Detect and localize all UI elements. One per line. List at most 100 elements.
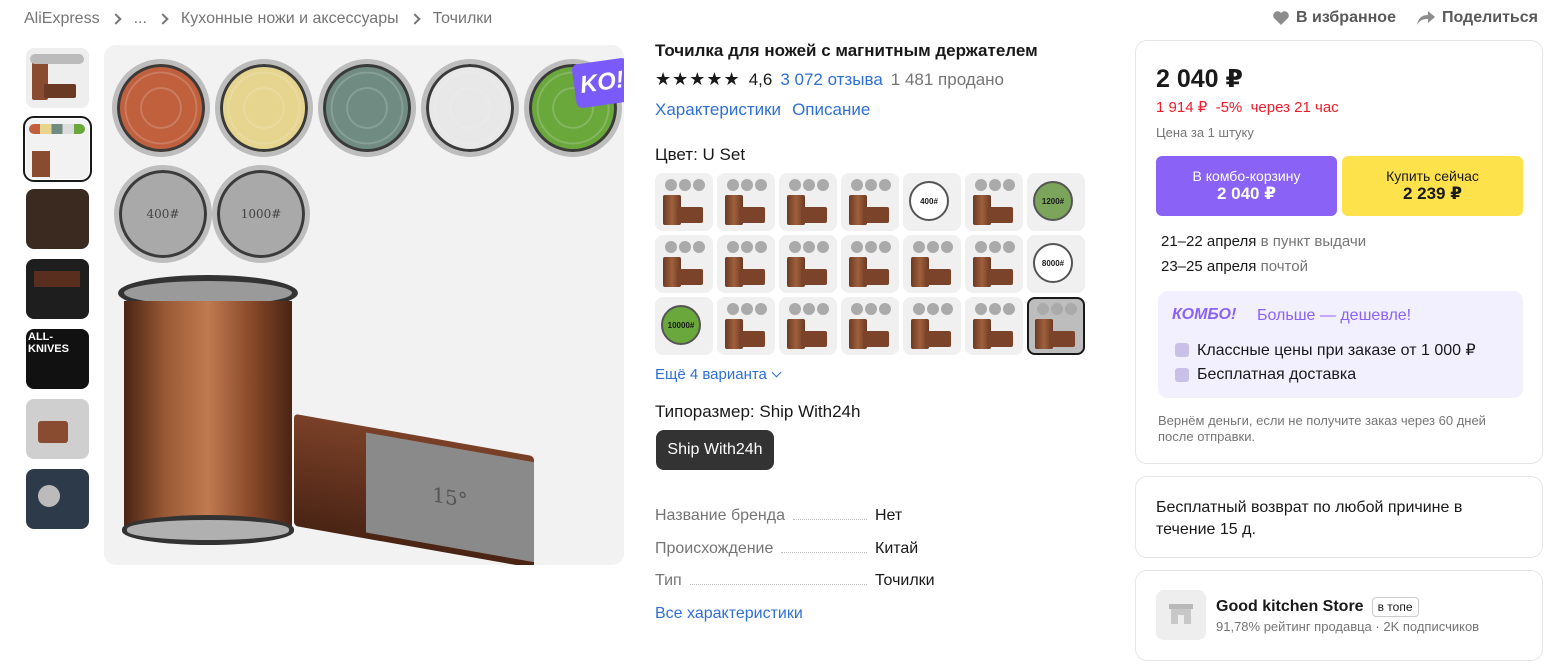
color-variant-option[interactable] <box>779 235 837 293</box>
combo-promo[interactable]: КОМБО! Больше — дешевле! Классные цены п… <box>1158 291 1523 398</box>
chevron-right-icon <box>157 13 169 25</box>
color-variant-option[interactable]: 10000# <box>655 297 713 355</box>
favorite-button[interactable]: В избранное <box>1272 9 1396 27</box>
unit-note: Цена за 1 штуку <box>1156 125 1254 140</box>
more-variants-label: Ещё 4 варианта <box>655 366 767 383</box>
spec-row: Название бренда Нет <box>655 507 945 525</box>
angle-block: 15° <box>294 413 534 565</box>
gallery-thumb-7[interactable] <box>26 469 89 529</box>
color-variant-option[interactable] <box>655 173 713 231</box>
gallery-thumb-6[interactable] <box>26 399 89 459</box>
buy-button-label: Купить сейчас <box>1386 168 1479 184</box>
whetstone-disc <box>421 59 519 157</box>
breadcrumb-category[interactable]: Кухонные ножи и аксессуары <box>181 10 399 28</box>
store-name[interactable]: Good kitchen Store <box>1216 598 1364 616</box>
variant-grit-label: 400# <box>920 196 938 206</box>
color-variant-option[interactable] <box>655 235 713 293</box>
product-page: AliExpress ... Кухонные ножи и аксессуар… <box>0 0 1555 669</box>
color-variant-option[interactable] <box>717 297 775 355</box>
color-variant-option[interactable] <box>965 173 1023 231</box>
share-label: Поделиться <box>1441 9 1538 26</box>
product-tabs: Характеристики Описание <box>655 100 870 120</box>
rating-row: ★★★★★ 4,6 3 072 отзыва 1 481 продано <box>655 69 1004 90</box>
spec-key: Тип <box>655 572 682 589</box>
variant-grit-label: 10000# <box>667 320 695 330</box>
sharpener-cylinder <box>118 275 298 555</box>
star-rating-icon: ★★★★★ <box>655 69 741 89</box>
reviews-link[interactable]: 3 072 отзыва <box>780 70 882 90</box>
color-variant-option[interactable] <box>717 235 775 293</box>
tab-specs[interactable]: Характеристики <box>655 100 781 120</box>
truck-icon <box>1175 368 1189 382</box>
color-variant-option[interactable] <box>841 297 899 355</box>
delivery-pickup: 21–22 апреля в пункт выдачи <box>1161 233 1366 250</box>
color-variant-option[interactable] <box>965 297 1023 355</box>
grit-disc-400: 400# <box>114 165 212 263</box>
buy-now-button[interactable]: Купить сейчас 2 239 ₽ <box>1342 156 1523 216</box>
chevron-right-icon <box>109 13 122 25</box>
more-variants-link[interactable]: Ещё 4 варианта <box>655 366 782 383</box>
color-variant-option[interactable] <box>903 235 961 293</box>
size-option-ship-with24h[interactable]: Ship With24h <box>656 430 774 470</box>
add-to-combo-button[interactable]: В комбо-корзину 2 040 ₽ <box>1156 156 1337 216</box>
breadcrumb-ellipsis[interactable]: ... <box>134 10 147 28</box>
color-variant-option[interactable] <box>841 173 899 231</box>
breadcrumb: AliExpress ... Кухонные ножи и аксессуар… <box>24 9 492 29</box>
spec-row: Тип Точилки <box>655 572 945 590</box>
delivery-method: в пункт выдачи <box>1256 233 1367 250</box>
favorite-label: В избранное <box>1296 9 1396 26</box>
color-variant-option[interactable]: 8000# <box>1027 235 1085 293</box>
variant-disc: 8000# <box>1033 243 1073 283</box>
color-variant-option[interactable]: 1200# <box>1027 173 1085 231</box>
variant-disc: 1200# <box>1033 181 1073 221</box>
heart-icon <box>1273 11 1289 25</box>
gallery-thumb-2[interactable] <box>23 116 92 182</box>
main-product-image[interactable]: KO! 400# 1000# 15° <box>104 45 624 565</box>
buy-button-price: 2 239 ₽ <box>1402 184 1463 203</box>
all-specs-link[interactable]: Все характеристики <box>655 605 803 623</box>
sold-count: 1 481 продано <box>890 69 1005 89</box>
store-stats: 91,78% рейтинг продавца · 2K подписчиков <box>1216 619 1480 634</box>
whetstone-disc <box>215 59 313 157</box>
top-actions: В избранное Поделиться <box>1272 9 1538 27</box>
tab-description[interactable]: Описание <box>792 100 870 120</box>
grit-disc-1000: 1000# <box>212 165 310 263</box>
disc-label: 400# <box>146 207 180 221</box>
combo-tagline: Больше — дешевле! <box>1257 307 1412 324</box>
color-variant-option[interactable] <box>779 297 837 355</box>
combo-benefit: Бесплатная доставка <box>1175 366 1356 384</box>
color-variant-option[interactable] <box>779 173 837 231</box>
variant-grit-label: 1200# <box>1041 196 1065 206</box>
color-variant-option[interactable]: 400# <box>903 173 961 231</box>
gallery-thumb-3[interactable] <box>26 189 89 249</box>
combo-button-label: В комбо-корзину <box>1192 168 1301 184</box>
whetstone-disc <box>318 59 416 157</box>
color-variant-option[interactable] <box>717 173 775 231</box>
combo-benefit-text: Классные цены при заказе от 1 000 ₽ <box>1197 342 1476 359</box>
delivery-method: почтой <box>1256 258 1308 275</box>
gallery-thumb-5[interactable]: ALL-KNIVES <box>26 329 89 389</box>
delivery-date: 21–22 апреля <box>1161 233 1257 250</box>
breadcrumb-current[interactable]: Точилки <box>433 10 493 28</box>
thumb-caption: ALL-KNIVES <box>28 331 69 355</box>
store-logo[interactable] <box>1156 590 1206 640</box>
gallery-thumb-1[interactable] <box>26 48 89 108</box>
chevron-down-icon <box>771 367 782 378</box>
color-variant-option[interactable] <box>1027 297 1085 355</box>
refund-note: Вернём деньги, если не получите заказ че… <box>1158 413 1486 444</box>
color-variant-option[interactable] <box>965 235 1023 293</box>
discount-line: 1 914 ₽ -5% через 21 час <box>1156 99 1339 116</box>
top-store-badge: в топе <box>1371 597 1419 617</box>
gallery-thumb-4[interactable] <box>26 259 89 319</box>
ko-badge: KO! <box>571 57 624 109</box>
breadcrumb-home[interactable]: AliExpress <box>24 10 100 28</box>
returns-text: Бесплатный возврат по любой причине в те… <box>1156 499 1463 538</box>
color-variant-grid: 400# 1200# 8000# 10000# <box>655 173 1085 355</box>
product-title: Точилка для ножей с магнитным держателем <box>655 41 1038 60</box>
color-variant-option[interactable] <box>903 297 961 355</box>
share-button[interactable]: Поделиться <box>1416 9 1538 27</box>
variant-disc: 400# <box>909 181 949 221</box>
variant-grit-label: 8000# <box>1041 258 1065 268</box>
store-icon <box>1169 604 1193 624</box>
color-variant-option[interactable] <box>841 235 899 293</box>
